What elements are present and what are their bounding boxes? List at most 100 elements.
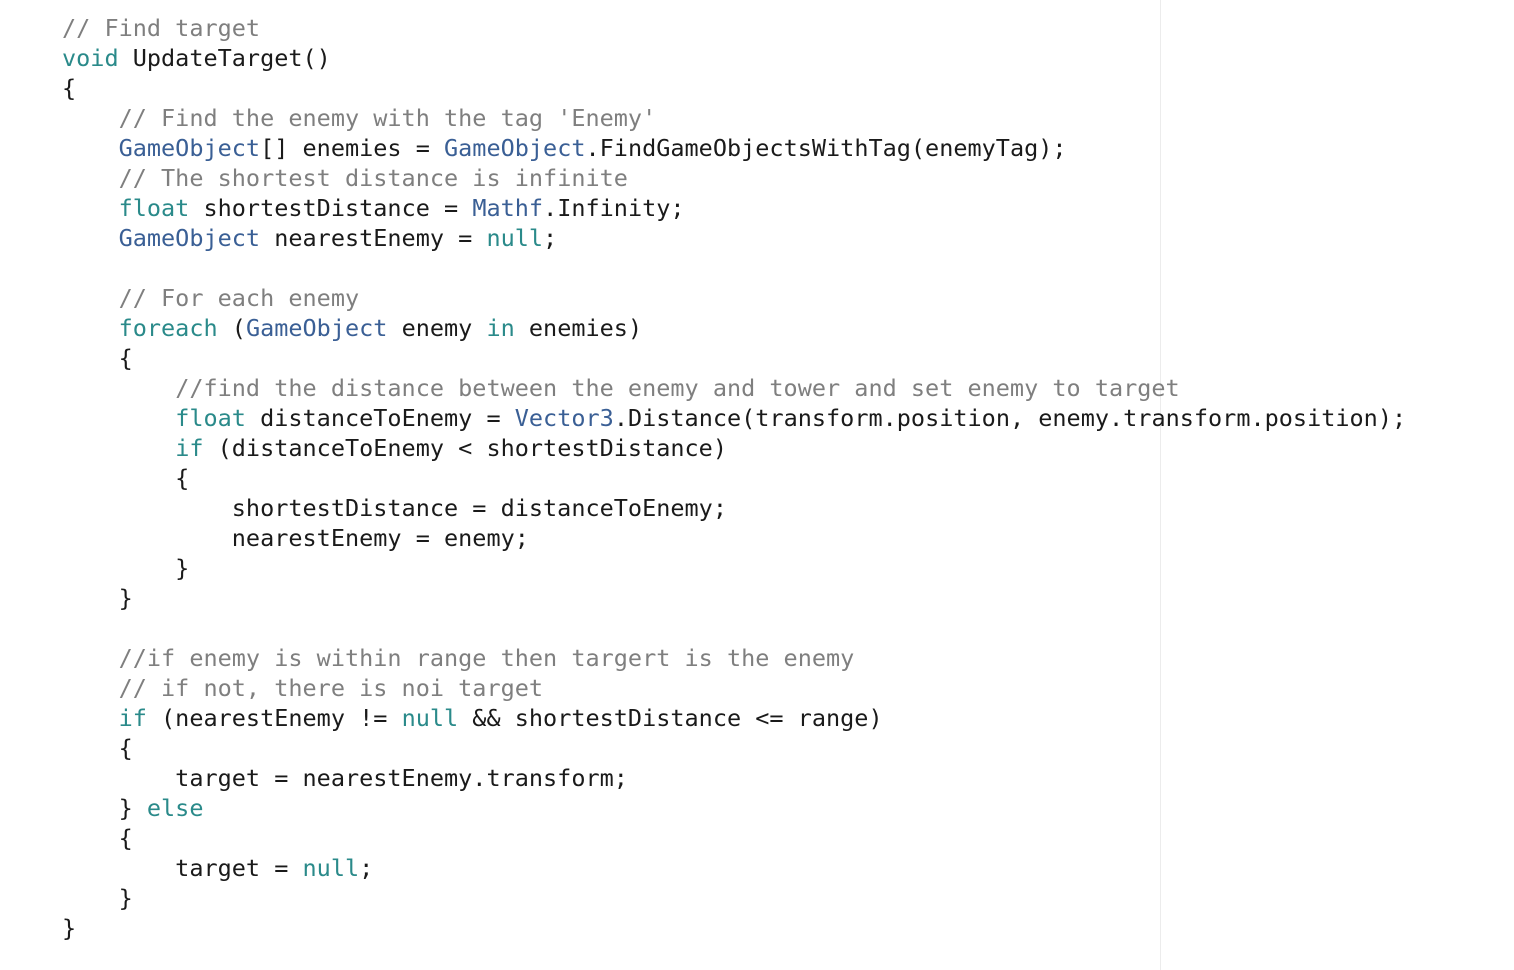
code-token-plain: } bbox=[62, 794, 147, 822]
code-token-keyword: if bbox=[175, 434, 204, 462]
code-token-keyword: null bbox=[302, 854, 360, 882]
code-line[interactable]: //find the distance between the enemy an… bbox=[62, 373, 1406, 403]
code-token-plain: target = nearestEnemy.transform; bbox=[62, 764, 628, 792]
code-token-plain: { bbox=[62, 344, 133, 372]
code-token-plain: } bbox=[62, 884, 133, 912]
code-token-plain: .FindGameObjectsWithTag(enemyTag); bbox=[585, 134, 1067, 162]
code-token-keyword: else bbox=[146, 794, 204, 822]
code-token-plain: { bbox=[62, 464, 190, 492]
code-token-plain: .Infinity; bbox=[543, 194, 685, 222]
code-editor[interactable]: // Find target void UpdateTarget(){ // Fi… bbox=[0, 0, 1514, 970]
code-token-type: GameObject bbox=[444, 134, 586, 162]
code-token-comment: //if enemy is within range then targert … bbox=[118, 644, 855, 672]
code-token-plain: (distanceToEnemy < shortestDistance) bbox=[203, 434, 727, 462]
code-line[interactable] bbox=[62, 253, 1406, 283]
code-token-keyword: if bbox=[118, 704, 147, 732]
code-token-plain: { bbox=[62, 824, 133, 852]
code-token-plain: .Distance(transform.position, enemy.tran… bbox=[613, 404, 1407, 432]
code-line[interactable]: { bbox=[62, 463, 1406, 493]
code-token-type: GameObject bbox=[245, 314, 388, 342]
code-token-type: Vector3 bbox=[514, 404, 614, 432]
code-line[interactable]: } else bbox=[62, 793, 1406, 823]
code-token-comment: // For each enemy bbox=[118, 284, 360, 312]
code-area[interactable]: // Find target void UpdateTarget(){ // Fi… bbox=[62, 13, 1406, 943]
code-token-plain: (nearestEnemy != bbox=[146, 704, 402, 732]
code-line[interactable]: } bbox=[62, 583, 1406, 613]
code-token-type: GameObject bbox=[118, 224, 261, 252]
code-token-comment: // if not, there is noi target bbox=[118, 674, 544, 702]
code-token-comment: // Find the enemy with the tag 'Enemy' bbox=[118, 104, 657, 132]
code-line[interactable]: float distanceToEnemy = Vector3.Distance… bbox=[62, 403, 1406, 433]
code-token-keyword: float bbox=[118, 194, 190, 222]
code-line[interactable]: } bbox=[62, 553, 1406, 583]
code-token-plain: target = bbox=[62, 854, 303, 882]
code-line[interactable]: GameObject[] enemies = GameObject.FindGa… bbox=[62, 133, 1406, 163]
code-token-plain: enemies) bbox=[514, 314, 643, 342]
code-line[interactable]: } bbox=[62, 883, 1406, 913]
code-token-comment: // The shortest distance is infinite bbox=[118, 164, 628, 192]
code-line[interactable]: } bbox=[62, 913, 1406, 943]
code-line[interactable]: target = nearestEnemy.transform; bbox=[62, 763, 1406, 793]
code-token-type: Mathf bbox=[472, 194, 544, 222]
code-line[interactable]: { bbox=[62, 73, 1406, 103]
code-line[interactable]: // Find the enemy with the tag 'Enemy' bbox=[62, 103, 1406, 133]
code-token-plain: ( bbox=[217, 314, 246, 342]
code-line[interactable]: GameObject nearestEnemy = null; bbox=[62, 223, 1406, 253]
code-token-plain: enemy bbox=[387, 314, 487, 342]
code-token-comment: // Find target bbox=[62, 14, 261, 42]
code-token-plain: shortestDistance = distanceToEnemy; bbox=[62, 494, 727, 522]
code-token-plain: nearestEnemy = bbox=[260, 224, 487, 252]
code-line[interactable]: float shortestDistance = Mathf.Infinity; bbox=[62, 193, 1406, 223]
code-line[interactable]: nearestEnemy = enemy; bbox=[62, 523, 1406, 553]
code-line[interactable] bbox=[62, 613, 1406, 643]
code-line[interactable]: if (distanceToEnemy < shortestDistance) bbox=[62, 433, 1406, 463]
code-line[interactable]: target = null; bbox=[62, 853, 1406, 883]
code-token-plain: ; bbox=[543, 224, 558, 252]
code-token-plain: } bbox=[62, 914, 77, 942]
code-token-keyword: null bbox=[486, 224, 544, 252]
code-token-plain: && shortestDistance <= range) bbox=[458, 704, 883, 732]
code-token-keyword: null bbox=[401, 704, 459, 732]
code-line[interactable]: // For each enemy bbox=[62, 283, 1406, 313]
code-token-plain: UpdateTarget() bbox=[118, 44, 331, 72]
code-line[interactable]: foreach (GameObject enemy in enemies) bbox=[62, 313, 1406, 343]
code-token-keyword: foreach bbox=[118, 314, 218, 342]
code-token-plain: { bbox=[62, 74, 77, 102]
code-line[interactable]: void UpdateTarget() bbox=[62, 43, 1406, 73]
code-token-keyword: void bbox=[62, 44, 119, 72]
code-token-comment: //find the distance between the enemy an… bbox=[175, 374, 1180, 402]
code-token-type: GameObject bbox=[118, 134, 261, 162]
code-line[interactable]: { bbox=[62, 343, 1406, 373]
code-line[interactable]: // The shortest distance is infinite bbox=[62, 163, 1406, 193]
code-line[interactable]: // Find target bbox=[62, 13, 1406, 43]
code-token-plain: shortestDistance = bbox=[189, 194, 473, 222]
code-line[interactable]: // if not, there is noi target bbox=[62, 673, 1406, 703]
code-token-plain: [] enemies = bbox=[260, 134, 445, 162]
code-token-plain: { bbox=[62, 734, 133, 762]
code-token-plain: nearestEnemy = enemy; bbox=[62, 524, 529, 552]
code-line[interactable]: //if enemy is within range then targert … bbox=[62, 643, 1406, 673]
code-line[interactable]: shortestDistance = distanceToEnemy; bbox=[62, 493, 1406, 523]
code-token-keyword: float bbox=[175, 404, 246, 432]
code-token-plain: } bbox=[62, 584, 133, 612]
code-line[interactable]: { bbox=[62, 823, 1406, 853]
code-line[interactable]: if (nearestEnemy != null && shortestDist… bbox=[62, 703, 1406, 733]
code-token-plain: ; bbox=[359, 854, 374, 882]
code-line[interactable]: { bbox=[62, 733, 1406, 763]
code-token-plain: } bbox=[62, 554, 190, 582]
code-token-plain: distanceToEnemy = bbox=[245, 404, 515, 432]
code-token-keyword: in bbox=[486, 314, 515, 342]
